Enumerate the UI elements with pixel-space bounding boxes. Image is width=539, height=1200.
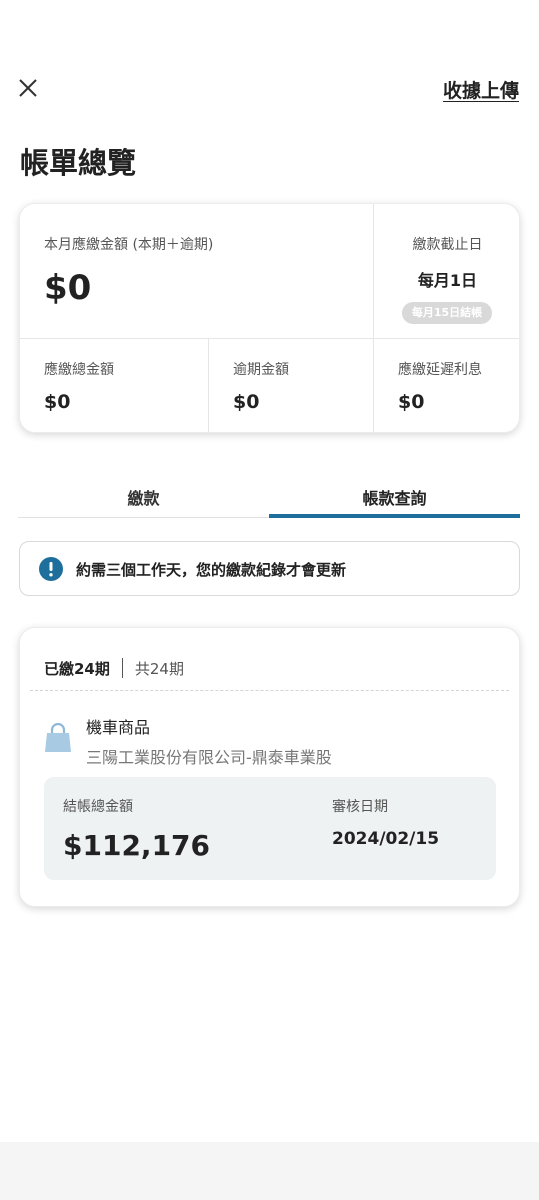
close-icon bbox=[19, 79, 37, 97]
page-title: 帳單總覽 bbox=[20, 146, 137, 180]
due-date-label: 繳款截止日 bbox=[412, 237, 483, 253]
settlement-amount-value: $112,176 bbox=[63, 829, 211, 862]
paid-periods: 已繳24期 bbox=[44, 659, 110, 678]
settlement-amount-label: 結帳總金額 bbox=[63, 799, 133, 815]
receipt-upload-link[interactable]: 收據上傳 bbox=[443, 76, 519, 103]
review-date-value: 2024/02/15 bbox=[332, 829, 440, 849]
monthly-due-value: $0 bbox=[44, 268, 92, 308]
monthly-due-cell: 本月應繳金額 (本期＋逾期) $0 bbox=[20, 204, 374, 339]
installment-progress: 已繳24期 共24期 bbox=[44, 657, 184, 679]
tab-bar: 繳款 帳款查詢 bbox=[18, 484, 520, 518]
product-name: 機車商品 bbox=[86, 718, 151, 737]
total-periods: 共24期 bbox=[134, 659, 184, 678]
overdue-label: 逾期金額 bbox=[233, 362, 289, 378]
billing-day-badge: 每月15日結帳 bbox=[402, 302, 492, 324]
review-date-label: 審核日期 bbox=[332, 799, 388, 815]
dashed-divider bbox=[30, 690, 509, 691]
installment-card[interactable]: 已繳24期 共24期 機車商品 三陽工業股份有限公司-鼎泰車業股 結帳總金額 $… bbox=[19, 627, 520, 907]
overdue-cell: 逾期金額 $0 bbox=[209, 339, 374, 432]
company-name: 三陽工業股份有限公司-鼎泰車業股 bbox=[86, 748, 332, 767]
total-due-cell: 應繳總金額 $0 bbox=[20, 339, 209, 432]
overdue-value: $0 bbox=[233, 391, 260, 413]
amount-box: 結帳總金額 $112,176 審核日期 2024/02/15 bbox=[44, 777, 496, 880]
update-notice: 約需三個工作天，您的繳款紀錄才會更新 bbox=[19, 541, 520, 596]
bottom-system-bar bbox=[0, 1142, 539, 1200]
tab-account-query[interactable]: 帳款查詢 bbox=[269, 484, 520, 517]
active-tab-indicator bbox=[269, 514, 520, 518]
late-interest-value: $0 bbox=[398, 391, 425, 413]
total-due-value: $0 bbox=[44, 391, 71, 413]
vertical-divider bbox=[121, 658, 123, 678]
total-due-label: 應繳總金額 bbox=[44, 362, 114, 378]
late-interest-cell: 應繳延遲利息 $0 bbox=[374, 339, 519, 432]
notice-text: 約需三個工作天，您的繳款紀錄才會更新 bbox=[76, 561, 347, 579]
shopping-bag-icon bbox=[45, 723, 71, 752]
monthly-due-label: 本月應繳金額 (本期＋逾期) bbox=[44, 237, 214, 253]
close-button[interactable] bbox=[14, 74, 42, 102]
bill-summary-card: 本月應繳金額 (本期＋逾期) $0 繳款截止日 每月1日 每月15日結帳 應繳總… bbox=[19, 203, 520, 433]
bill-overview-page: 收據上傳 帳單總覽 本月應繳金額 (本期＋逾期) $0 繳款截止日 每月1日 每… bbox=[0, 0, 539, 1200]
tab-payment[interactable]: 繳款 bbox=[18, 484, 269, 517]
due-date-cell: 繳款截止日 每月1日 每月15日結帳 bbox=[374, 204, 519, 339]
late-interest-label: 應繳延遲利息 bbox=[398, 362, 482, 378]
info-icon bbox=[39, 557, 63, 581]
due-date-value: 每月1日 bbox=[417, 271, 478, 290]
